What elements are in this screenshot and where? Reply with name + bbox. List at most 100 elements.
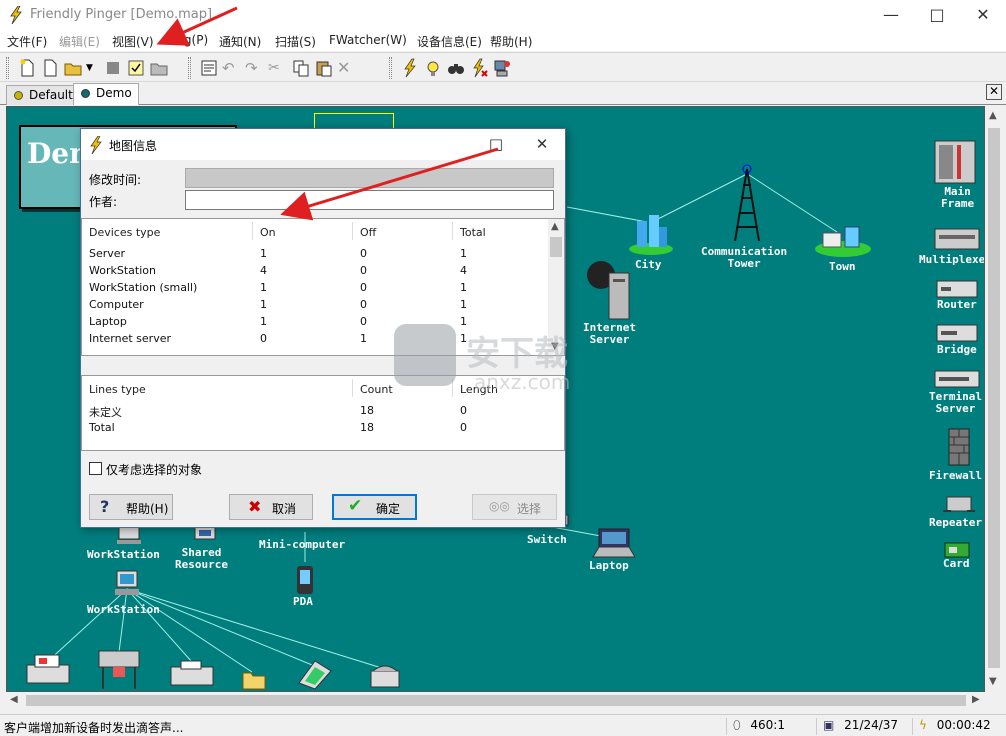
workstation-top-icon[interactable] xyxy=(115,525,143,545)
internet-server-label: Internet Server xyxy=(583,321,636,346)
multiplexer-icon[interactable] xyxy=(933,225,981,253)
router-icon[interactable] xyxy=(935,279,979,299)
toolbar-grip[interactable] xyxy=(6,57,9,79)
town-icon[interactable] xyxy=(813,219,873,259)
workstation-hub-label: WorkStation xyxy=(87,603,160,616)
bridge-icon[interactable] xyxy=(935,323,979,343)
table-cell: Total xyxy=(89,421,115,434)
ok-button[interactable]: ✔ 确定 xyxy=(332,494,417,520)
ping-lightning-icon[interactable] xyxy=(400,58,420,78)
undo-icon[interactable]: ↶ xyxy=(222,58,242,78)
dialog-maximize-button[interactable]: □ xyxy=(473,129,519,160)
internet-server-icon[interactable] xyxy=(585,259,633,321)
shared-resource-icon[interactable] xyxy=(191,525,221,545)
copy-icon[interactable] xyxy=(291,58,311,78)
devices-header-off[interactable]: Off xyxy=(360,226,376,239)
watermark-shield-icon xyxy=(394,324,456,386)
map-horizontal-scrollbar[interactable]: ◀ ▶ xyxy=(6,692,986,709)
author-field[interactable] xyxy=(185,190,554,210)
cancel-button[interactable]: ✖ 取消 xyxy=(229,494,313,520)
workstation-hub-icon[interactable] xyxy=(111,569,143,599)
toolbar-grip-3[interactable] xyxy=(389,57,392,79)
menu-ping[interactable]: Ping(P) xyxy=(166,33,208,47)
menu-file[interactable]: 文件(F) xyxy=(7,33,47,50)
repeater-label: Repeater xyxy=(929,516,982,529)
menu-edit[interactable]: 编辑(E) xyxy=(59,33,100,50)
scanner-icon[interactable] xyxy=(297,657,333,691)
properties-icon[interactable] xyxy=(199,58,219,78)
toolbar-grip-2[interactable] xyxy=(188,57,191,79)
city-icon[interactable] xyxy=(627,209,675,257)
selected-only-checkbox[interactable] xyxy=(89,462,102,475)
delete-icon[interactable]: ✕ xyxy=(337,58,357,78)
printer-icon[interactable] xyxy=(23,653,73,689)
repeater-icon[interactable] xyxy=(941,493,977,517)
menu-view[interactable]: 视图(V) xyxy=(112,33,154,50)
close-button[interactable]: ✕ xyxy=(960,0,1006,30)
fax-icon[interactable] xyxy=(167,659,217,689)
tab-default[interactable]: Default xyxy=(6,85,80,105)
dialog-lightning-icon xyxy=(90,136,102,154)
folder-icon[interactable] xyxy=(149,58,169,78)
open-folder-icon[interactable] xyxy=(63,58,83,78)
menu-bar: 文件(F) 编辑(E) 视图(V) Ping(P) 通知(N) 扫描(S) FW… xyxy=(0,30,1006,51)
close-tab-button[interactable]: ✕ xyxy=(986,84,1002,100)
dialog-title-bar[interactable]: 地图信息 □ ✕ xyxy=(81,129,565,160)
laptop-icon[interactable] xyxy=(589,527,635,559)
pda-icon[interactable] xyxy=(295,565,315,595)
stop-icon[interactable] xyxy=(103,58,123,78)
pda-label: PDA xyxy=(293,595,313,608)
menu-help[interactable]: 帮助(H) xyxy=(490,33,532,50)
device-info-icon[interactable] xyxy=(492,58,512,78)
devices-header-total[interactable]: Total xyxy=(460,226,486,239)
main-frame-icon[interactable] xyxy=(931,137,979,185)
terminal-server-icon[interactable] xyxy=(933,369,981,389)
devices-header-on[interactable]: On xyxy=(260,226,276,239)
plotter-icon[interactable] xyxy=(95,647,143,691)
status-counts-cell: ▣ 21/24/37 xyxy=(816,718,910,735)
folder-resource-icon[interactable] xyxy=(241,667,267,691)
map-vertical-scroll-thumb[interactable] xyxy=(988,128,1000,668)
devices-header-type[interactable]: Devices type xyxy=(89,226,160,239)
shared-resource-label: Shared Resource xyxy=(175,546,228,571)
menu-scan[interactable]: 扫描(S) xyxy=(275,33,316,50)
status-message: 客户端增加新设备时发出滴答声... xyxy=(4,721,184,735)
checklist-icon[interactable] xyxy=(126,58,146,78)
communication-tower-icon[interactable] xyxy=(729,163,765,243)
select-button[interactable]: ◎◎ 选择 xyxy=(472,494,557,520)
table-cell: Computer xyxy=(89,298,144,311)
new-file-icon[interactable] xyxy=(17,58,37,78)
app-lightning-icon xyxy=(10,6,22,24)
scan-binoculars-icon[interactable] xyxy=(446,58,466,78)
lines-header-type[interactable]: Lines type xyxy=(89,383,146,396)
table-cell: 1 xyxy=(260,315,267,328)
ok-button-label: 确定 xyxy=(376,502,401,516)
menu-fwatcher[interactable]: FWatcher(W) xyxy=(329,33,407,47)
lines-header-count[interactable]: Count xyxy=(360,383,393,396)
menu-device-info[interactable]: 设备信息(E) xyxy=(417,33,482,50)
watermark-subtext: anxz.com xyxy=(474,370,571,394)
bridge-label: Bridge xyxy=(937,343,977,356)
table-cell: 1 xyxy=(360,332,367,345)
table-cell: 4 xyxy=(460,264,467,277)
cut-icon[interactable]: ✂ xyxy=(268,58,288,78)
map-horizontal-scroll-thumb[interactable] xyxy=(26,695,966,706)
minimize-button[interactable]: — xyxy=(868,0,914,30)
tab-demo[interactable]: Demo xyxy=(73,83,139,105)
help-button[interactable]: ? 帮助(H) xyxy=(89,494,173,520)
mini-computer-label: Mini-computer xyxy=(259,538,346,551)
map-vertical-scrollbar[interactable]: ▲ ▼ xyxy=(986,106,1002,692)
table-cell: 0 xyxy=(360,315,367,328)
redo-icon[interactable]: ↷ xyxy=(245,58,265,78)
phone-icon[interactable] xyxy=(369,663,401,689)
maximize-button[interactable]: □ xyxy=(914,0,960,30)
help-icon: ? xyxy=(100,497,110,516)
firewall-icon[interactable] xyxy=(947,427,971,467)
paste-icon[interactable] xyxy=(314,58,334,78)
help-button-label: 帮助(H) xyxy=(126,502,169,516)
menu-notify[interactable]: 通知(N) xyxy=(219,33,261,50)
dialog-close-button[interactable]: ✕ xyxy=(519,129,565,160)
new-document-icon[interactable] xyxy=(40,58,60,78)
notify-bulb-icon[interactable] xyxy=(423,58,443,78)
fwatcher-icon[interactable] xyxy=(469,58,489,78)
